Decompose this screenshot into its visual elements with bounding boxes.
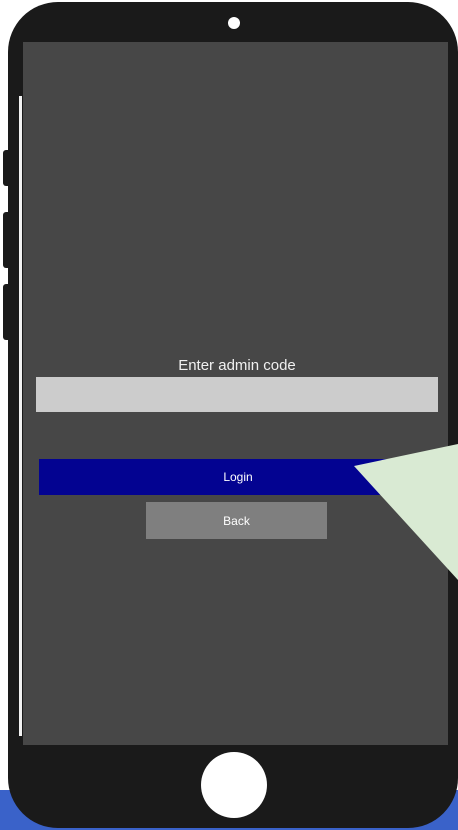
back-button[interactable]: Back bbox=[146, 502, 327, 539]
admin-code-prompt: Enter admin code bbox=[178, 357, 296, 374]
home-button-icon[interactable] bbox=[201, 752, 267, 818]
login-button[interactable]: Login bbox=[39, 459, 437, 495]
screen-edge-highlight bbox=[19, 96, 22, 736]
camera-dot-icon bbox=[228, 17, 240, 29]
admin-code-input[interactable] bbox=[36, 377, 438, 412]
device-stage: Enter admin code Login Back bbox=[0, 0, 458, 830]
app-screen: Enter admin code Login Back bbox=[23, 42, 448, 745]
phone-power-button bbox=[452, 212, 458, 268]
